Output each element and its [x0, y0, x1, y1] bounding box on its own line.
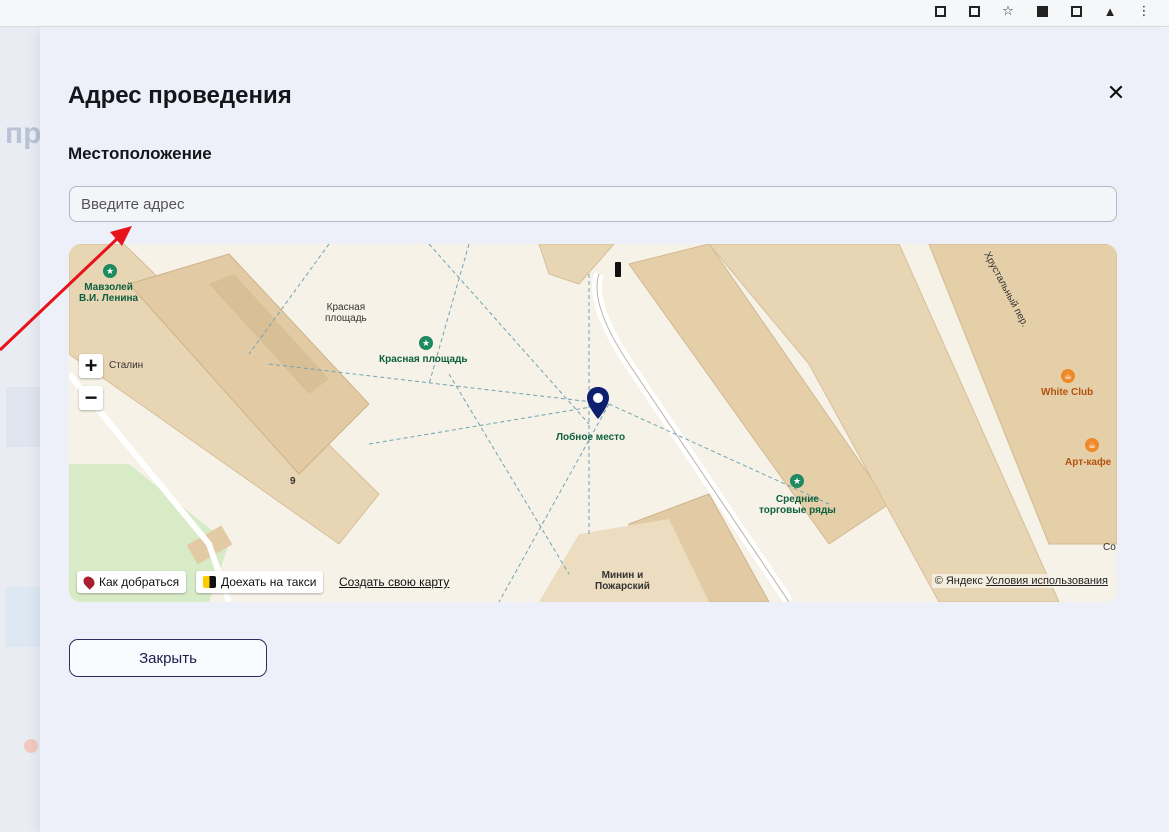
star-poi-icon[interactable]: ★ [103, 264, 117, 278]
star-poi-icon[interactable]: ★ [419, 336, 433, 350]
map-label-edge: Co [1103, 542, 1116, 553]
cafe-poi-icon[interactable]: ☕ [1061, 369, 1075, 383]
zoom-out-button[interactable]: − [79, 386, 103, 410]
star-poi-icon[interactable]: ★ [790, 474, 804, 488]
translate-icon[interactable] [933, 4, 947, 18]
map-label-red-square-area: Красная площадь [325, 302, 367, 324]
map-widget[interactable]: ★ Мавзолей В.И. Ленина Красная площадь ★ К… [69, 244, 1117, 602]
route-button-label: Как добраться [99, 575, 180, 589]
map-copyright: © Яндекс Условия использования [931, 574, 1111, 588]
create-map-link[interactable]: Создать свою карту [339, 575, 449, 589]
close-button[interactable]: Закрыть [69, 639, 267, 677]
background-block [6, 587, 40, 647]
cafe-poi-icon[interactable]: ☕ [1085, 438, 1099, 452]
background-page: пр [0, 27, 42, 832]
taxi-button-label: Доехать на такси [221, 575, 317, 589]
copyright-text: © Яндекс [934, 575, 983, 587]
map-label-trading-rows: Средние торговые ряды [759, 494, 836, 516]
map-label-white-club: White Club [1041, 387, 1094, 398]
map-base [69, 244, 1117, 602]
route-pin-icon [81, 574, 97, 590]
close-icon[interactable]: ✕ [1103, 80, 1129, 106]
bookmark-star-icon[interactable]: ☆ [1001, 3, 1015, 18]
taxi-button[interactable]: Доехать на такси [196, 571, 324, 593]
sidebar-icon[interactable] [1069, 4, 1083, 18]
map-label-stalin: Сталин [109, 360, 144, 371]
map-label-red-square: Красная площадь [379, 354, 468, 365]
address-modal: Адрес проведения ✕ Местоположение Введит… [40, 30, 1169, 832]
location-marker-icon[interactable] [586, 386, 610, 420]
taxi-icon [203, 576, 216, 588]
browser-toolbar: ☆ ▲ ⋮ [0, 0, 1169, 27]
map-label-building-number: 9 [290, 476, 296, 487]
zoom-in-button[interactable]: + [79, 354, 103, 378]
address-input[interactable] [69, 186, 1117, 222]
menu-icon[interactable]: ⋮ [1137, 3, 1151, 18]
share-icon[interactable] [967, 4, 981, 18]
route-button[interactable]: Как добраться [77, 571, 187, 593]
modal-title: Адрес проведения [68, 82, 292, 109]
map-label-mausoleum: Мавзолей В.И. Ленина [79, 282, 139, 304]
profile-icon[interactable]: ▲ [1103, 4, 1117, 19]
terms-link[interactable]: Условия использования [986, 575, 1108, 587]
map-label-lobnoe: Лобное место [556, 432, 626, 443]
browser-toolbar-icons: ☆ ▲ ⋮ [933, 3, 1151, 19]
background-page-text: пр [5, 117, 42, 150]
background-dot [24, 739, 38, 753]
background-block [6, 387, 40, 447]
map-label-art-cafe: Арт-кафе [1065, 457, 1112, 468]
location-label: Местоположение [68, 144, 212, 163]
extensions-icon[interactable] [1035, 4, 1049, 18]
map-label-minin: Минин и Пожарский [595, 570, 650, 592]
